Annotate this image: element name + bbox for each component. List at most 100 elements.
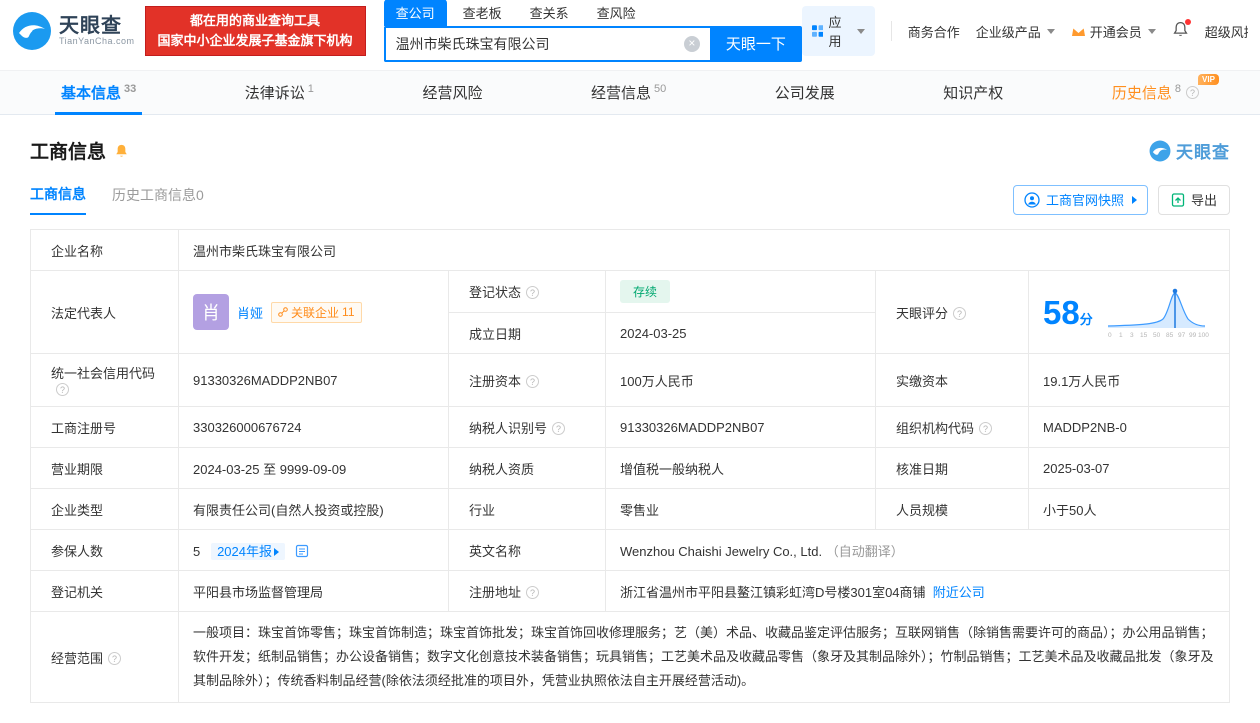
tianyancha-logo[interactable]: 天眼查 TianYanCha.com: [12, 11, 135, 51]
logo-title: 天眼查: [59, 15, 122, 38]
menu-enterprise[interactable]: 企业级产品: [976, 22, 1055, 41]
field-label: 核准日期: [875, 447, 1029, 489]
table-row: 经营范围 一般项目：珠宝首饰零售；珠宝首饰制造；珠宝首饰批发；珠宝首饰回收修理服…: [30, 611, 1230, 703]
monitor-bell-icon[interactable]: [114, 143, 129, 159]
tab-count: 33: [124, 82, 137, 95]
company-name-value: 温州市柴氏珠宝有限公司: [178, 229, 1230, 271]
svg-text:50: 50: [1153, 332, 1161, 339]
menu-vip[interactable]: 开通会员: [1071, 22, 1156, 41]
field-label: 实缴资本: [875, 353, 1029, 407]
tianyancha-watermark-icon: [1149, 140, 1171, 161]
related-companies-badge[interactable]: 关联企业 11: [271, 301, 362, 323]
field-label: 企业名称: [30, 229, 179, 271]
promo-line-1: 都在用的商业查询工具: [190, 12, 321, 28]
promo-banner: 都在用的商业查询工具 国家中小企业发展子基金旗下机构: [144, 5, 366, 57]
tab-company-development[interactable]: 公司发展: [769, 71, 841, 114]
field-label: 工商注册号: [30, 406, 179, 448]
report-doc-icon[interactable]: [295, 544, 309, 558]
credit-code-value: 91330326MADDP2NB07: [178, 353, 449, 407]
subtab-business-info[interactable]: 工商信息: [30, 184, 86, 215]
menu-cooperation[interactable]: 商务合作: [908, 22, 960, 41]
field-label: 登记机关: [30, 570, 179, 612]
help-icon[interactable]: [56, 383, 69, 396]
page: 天眼查 TianYanCha.com 都在用的商业查询工具 国家中小企业发展子基…: [0, 0, 1260, 723]
legal-rep-avatar[interactable]: 肖: [193, 294, 229, 330]
field-label: 组织机构代码: [875, 406, 1029, 448]
svg-text:99: 99: [1189, 332, 1197, 339]
org-code-value: MADDP2NB-0: [1028, 406, 1230, 448]
tianyancha-logo-icon: [13, 12, 51, 50]
help-icon[interactable]: [526, 286, 540, 299]
table-row: 工商注册号 330326000676724 纳税人识别号 91330326MAD…: [30, 406, 1230, 448]
nearby-companies-link[interactable]: 附近公司: [933, 585, 985, 600]
header-menu: 应用 商务合作 企业级产品 开通会员 超级风: [801, 6, 1248, 56]
search-button[interactable]: 天眼一下: [709, 25, 802, 62]
staff-size-value: 小于50人: [1028, 488, 1230, 530]
field-label: 参保人数: [30, 529, 179, 571]
subtab-history-business-info[interactable]: 历史工商信息0: [112, 185, 204, 214]
tianyancha-watermark: 天眼查: [1149, 138, 1230, 163]
table-row: 统一社会信用代码 91330326MADDP2NB07 注册资本 100万人民币…: [30, 353, 1230, 407]
apps-label: 应用: [828, 15, 842, 49]
help-icon[interactable]: [979, 421, 993, 435]
clear-search-icon[interactable]: [683, 35, 700, 52]
search-area: 查公司 查老板 查关系 查风险 天眼一下: [383, 0, 802, 62]
apps-menu[interactable]: 应用: [801, 6, 875, 56]
menu-super-risk[interactable]: 超级风控: [1205, 22, 1248, 41]
official-snapshot-button[interactable]: 工商官网快照: [1012, 184, 1148, 215]
taxpayer-id-value: 91330326MADDP2NB07: [605, 406, 876, 448]
help-icon[interactable]: [953, 306, 967, 320]
search-tab-risk[interactable]: 查风险: [585, 0, 648, 26]
search-tab-relation[interactable]: 查关系: [518, 0, 581, 26]
crown-icon: [1071, 28, 1085, 36]
svg-text:15: 15: [1140, 332, 1148, 339]
approval-date-value: 2025-03-07: [1028, 447, 1230, 489]
english-name-value: Wenzhou Chaishi Jewelry Co., Ltd. （自动翻译）: [605, 529, 1230, 571]
tab-basic-info[interactable]: 基本信息 33: [55, 71, 143, 115]
svg-text:1: 1: [1119, 332, 1123, 339]
chevron-down-icon: [1046, 28, 1055, 34]
company-nav-tabs: 基本信息 33 法律诉讼 1 经营风险 经营信息 50 公司发展 知识产权 历史…: [0, 70, 1260, 115]
legal-rep-link[interactable]: 肖娅: [237, 303, 263, 322]
notifications-bell[interactable]: [1172, 19, 1191, 41]
tab-operation-risk[interactable]: 经营风险: [416, 71, 488, 114]
auto-translate-note: （自动翻译）: [825, 543, 904, 559]
tab-operation-info[interactable]: 经营信息 50: [585, 71, 672, 114]
field-label: 纳税人资质: [448, 447, 606, 489]
field-label: 登记状态: [448, 270, 606, 313]
score-distribution-chart: 0 1 3 15 50 85 97 99 100: [1107, 288, 1209, 339]
field-label: 行业: [448, 488, 606, 530]
field-label: 经营范围: [30, 611, 179, 703]
company-type-value: 有限责任公司(自然人投资或控股): [178, 488, 449, 530]
field-label: 纳税人识别号: [448, 406, 606, 448]
vip-badge: VIP: [1198, 74, 1219, 85]
search-tab-company[interactable]: 查公司: [383, 0, 447, 26]
help-icon[interactable]: [552, 421, 566, 435]
help-icon[interactable]: [526, 374, 540, 388]
help-icon[interactable]: [526, 585, 540, 599]
establish-date-value: 2024-03-25: [605, 312, 876, 354]
logo-subtitle: TianYanCha.com: [59, 36, 135, 47]
chevron-down-icon: [856, 28, 865, 34]
score-unit: 分: [1079, 311, 1093, 327]
tab-legal-litigation[interactable]: 法律诉讼 1: [239, 71, 320, 114]
divider: [890, 21, 892, 41]
search-input[interactable]: [383, 25, 710, 62]
annual-report-link[interactable]: 2024年报: [211, 542, 285, 560]
business-info-table: 企业名称 温州市柴氏珠宝有限公司 法定代表人 肖 肖娅 关联企业 11 登记状态…: [30, 229, 1230, 703]
export-button[interactable]: 导出: [1157, 184, 1230, 215]
svg-text:97: 97: [1178, 332, 1186, 339]
help-icon[interactable]: [1185, 86, 1199, 99]
tab-count: 8: [1174, 82, 1181, 95]
tab-history-info[interactable]: 历史信息 8 VIP: [1106, 71, 1219, 114]
reg-capital-value: 100万人民币: [605, 353, 876, 407]
search-tab-boss[interactable]: 查老板: [451, 0, 514, 26]
arrow-right-icon: [274, 547, 279, 556]
tab-count: 1: [307, 82, 314, 95]
tab-intellectual-property[interactable]: 知识产权: [937, 71, 1009, 114]
table-row: 参保人数 5 2024年报 英文名称 Wenzhou Chaishi Jewel…: [30, 529, 1230, 571]
field-label: 营业期限: [30, 447, 179, 489]
help-icon[interactable]: [108, 651, 122, 665]
insured-count-value: 5 2024年报: [178, 529, 449, 571]
table-row: 法定代表人 肖 肖娅 关联企业 11 登记状态? 存续 天眼评分? 58分 0 …: [30, 270, 1230, 354]
